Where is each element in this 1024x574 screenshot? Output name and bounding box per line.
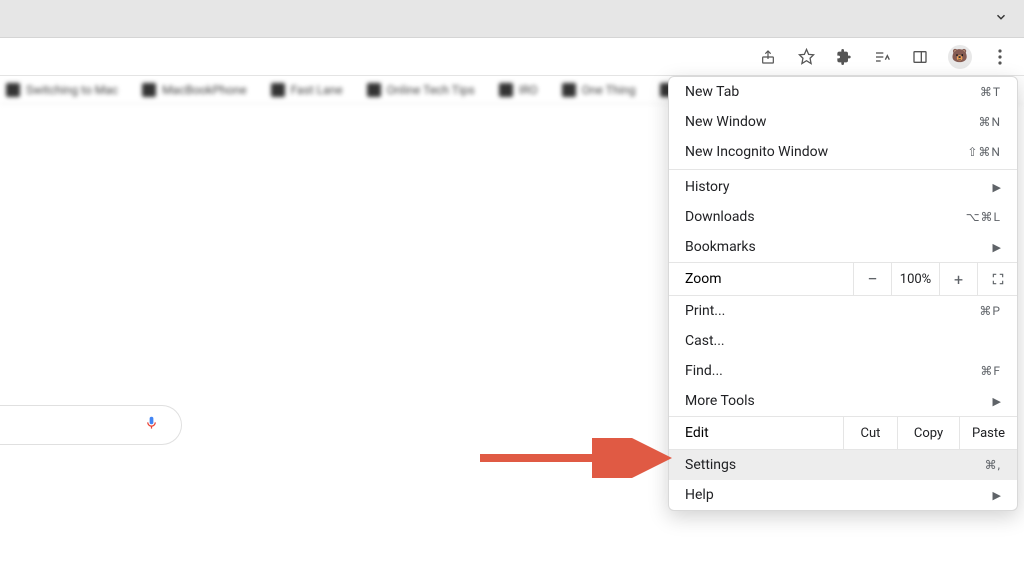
share-icon[interactable] [758,47,778,67]
menu-help[interactable]: Help ▶ [669,480,1017,510]
zoom-in-button[interactable]: + [939,263,977,295]
chrome-menu: New Tab ⌘T New Window ⌘N New Incognito W… [668,76,1018,511]
search-box[interactable] [0,405,182,445]
bookmark-item[interactable]: One Thing [562,83,636,97]
zoom-out-button[interactable]: − [853,263,891,295]
chevron-right-icon: ▶ [993,395,1001,408]
cut-button[interactable]: Cut [843,417,897,449]
sidepanel-icon[interactable] [910,47,930,67]
bookmark-item[interactable]: Switching to Mac [6,83,118,97]
menu-find[interactable]: Find... ⌘F [669,356,1017,386]
bookmark-item[interactable]: IRO [499,83,538,97]
extensions-icon[interactable] [834,47,854,67]
menu-zoom-row: Zoom − 100% + [669,262,1017,296]
window-titlebar [0,0,1024,38]
menu-settings[interactable]: Settings ⌘, [669,450,1017,480]
more-menu-button[interactable] [990,47,1010,67]
mic-icon[interactable] [144,413,159,437]
bookmark-item[interactable]: Fast Lane [271,83,343,97]
menu-bookmarks[interactable]: Bookmarks ▶ [669,232,1017,262]
copy-button[interactable]: Copy [897,417,959,449]
zoom-value: 100% [891,263,939,295]
chevron-right-icon: ▶ [993,241,1001,254]
menu-edit-row: Edit Cut Copy Paste [669,416,1017,450]
menu-more-tools[interactable]: More Tools ▶ [669,386,1017,416]
bookmark-item[interactable]: Online Tech Tips [367,83,475,97]
fullscreen-button[interactable] [977,263,1017,295]
menu-downloads[interactable]: Downloads ⌥⌘L [669,202,1017,232]
paste-button[interactable]: Paste [959,417,1017,449]
chevron-right-icon: ▶ [993,181,1001,194]
menu-print[interactable]: Print... ⌘P [669,296,1017,326]
menu-history[interactable]: History ▶ [669,172,1017,202]
chevron-down-icon[interactable] [994,10,1008,28]
zoom-label: Zoom [669,271,853,287]
menu-new-window[interactable]: New Window ⌘N [669,107,1017,137]
chevron-right-icon: ▶ [993,489,1001,502]
browser-toolbar: 🐻 [0,38,1024,76]
annotation-arrow [474,438,674,478]
menu-cast[interactable]: Cast... [669,326,1017,356]
menu-incognito[interactable]: New Incognito Window ⇧⌘N [669,137,1017,167]
menu-new-tab[interactable]: New Tab ⌘T [669,77,1017,107]
reading-list-icon[interactable] [872,47,892,67]
star-icon[interactable] [796,47,816,67]
bookmark-item[interactable]: MacBookPhone [142,83,247,97]
edit-label: Edit [669,425,843,441]
profile-avatar[interactable]: 🐻 [948,45,972,69]
